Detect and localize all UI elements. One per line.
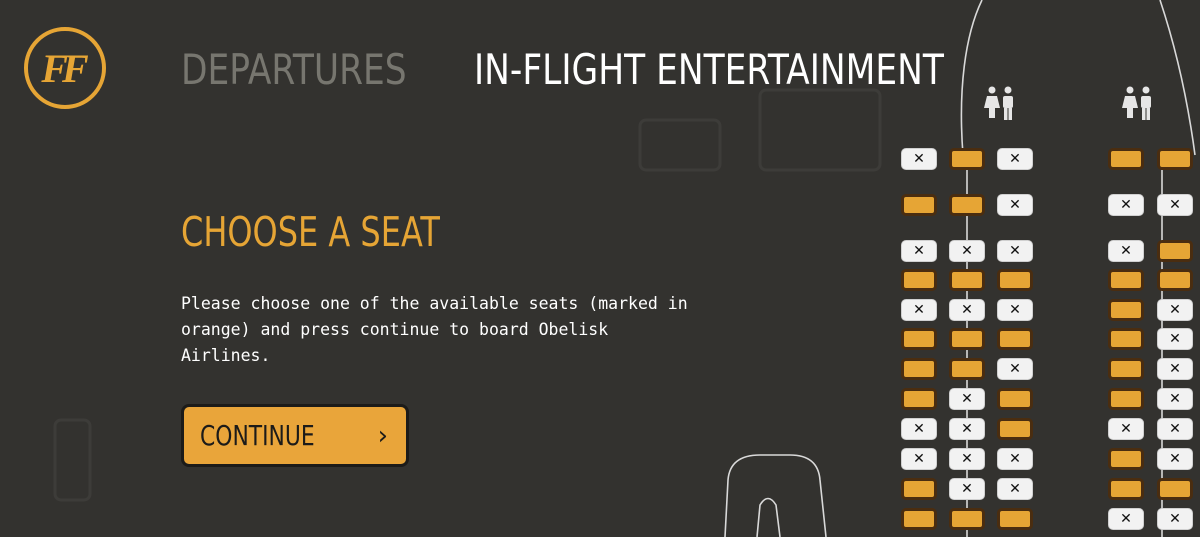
seat-taken: ✕ [997, 148, 1033, 170]
chevron-right-icon: › [377, 420, 388, 451]
seat-taken: ✕ [997, 358, 1033, 380]
seat-available[interactable] [1108, 358, 1144, 380]
seat-taken: ✕ [901, 240, 937, 262]
seat-taken: ✕ [1157, 358, 1193, 380]
close-icon: ✕ [913, 302, 925, 318]
close-icon: ✕ [961, 302, 973, 318]
close-icon: ✕ [1169, 197, 1181, 213]
seat-available[interactable] [997, 418, 1033, 440]
seat-taken: ✕ [949, 478, 985, 500]
close-icon: ✕ [1169, 361, 1181, 377]
close-icon: ✕ [1169, 451, 1181, 467]
seat-taken: ✕ [1157, 299, 1193, 321]
seat-available[interactable] [997, 328, 1033, 350]
seat-available[interactable] [949, 269, 985, 291]
continue-button[interactable]: CONTINUE › [181, 404, 409, 467]
seat-taken: ✕ [997, 299, 1033, 321]
seat-available[interactable] [1108, 269, 1144, 291]
close-icon: ✕ [1169, 302, 1181, 318]
seat-available[interactable] [949, 194, 985, 216]
seat-available[interactable] [901, 269, 937, 291]
close-icon: ✕ [1169, 421, 1181, 437]
seat-available[interactable] [949, 508, 985, 530]
seat-taken: ✕ [1108, 194, 1144, 216]
close-icon: ✕ [1009, 197, 1021, 213]
close-icon: ✕ [961, 481, 973, 497]
close-icon: ✕ [913, 243, 925, 259]
seat-available[interactable] [949, 148, 985, 170]
seat-available[interactable] [1157, 148, 1193, 170]
seat-available[interactable] [1108, 148, 1144, 170]
description: Please choose one of the available seats… [181, 294, 688, 365]
seat-taken: ✕ [1157, 194, 1193, 216]
close-icon: ✕ [1169, 391, 1181, 407]
close-icon: ✕ [1120, 197, 1132, 213]
seat-available[interactable] [949, 328, 985, 350]
seat-taken: ✕ [1157, 508, 1193, 530]
close-icon: ✕ [1009, 151, 1021, 167]
seat-available[interactable] [901, 388, 937, 410]
seat-taken: ✕ [949, 388, 985, 410]
seat-taken: ✕ [901, 148, 937, 170]
close-icon: ✕ [913, 451, 925, 467]
seat-taken: ✕ [997, 478, 1033, 500]
seat-available[interactable] [1108, 478, 1144, 500]
seat-available[interactable] [997, 508, 1033, 530]
seat-taken: ✕ [1108, 418, 1144, 440]
seat-available[interactable] [1108, 299, 1144, 321]
close-icon: ✕ [913, 151, 925, 167]
close-icon: ✕ [1009, 451, 1021, 467]
seat-taken: ✕ [1108, 508, 1144, 530]
seat-available[interactable] [1108, 388, 1144, 410]
seat-available[interactable] [997, 269, 1033, 291]
seat-available[interactable] [997, 388, 1033, 410]
seat-taken: ✕ [1157, 388, 1193, 410]
seat-available[interactable] [901, 328, 937, 350]
seat-taken: ✕ [949, 299, 985, 321]
seat-available[interactable] [1108, 328, 1144, 350]
close-icon: ✕ [961, 421, 973, 437]
seat-taken: ✕ [997, 240, 1033, 262]
close-icon: ✕ [961, 451, 973, 467]
close-icon: ✕ [1009, 243, 1021, 259]
seat-available[interactable] [901, 358, 937, 380]
seat-taken: ✕ [997, 448, 1033, 470]
restroom-icon [1120, 86, 1156, 125]
close-icon: ✕ [961, 243, 973, 259]
close-icon: ✕ [1120, 511, 1132, 527]
seat-available[interactable] [1157, 478, 1193, 500]
close-icon: ✕ [961, 391, 973, 407]
restroom-icon [982, 86, 1018, 125]
seat-available[interactable] [901, 194, 937, 216]
close-icon: ✕ [1120, 421, 1132, 437]
seat-available[interactable] [1157, 240, 1193, 262]
seat-taken: ✕ [1157, 448, 1193, 470]
close-icon: ✕ [1169, 511, 1181, 527]
seat-available[interactable] [949, 358, 985, 380]
seat-taken: ✕ [901, 448, 937, 470]
seat-taken: ✕ [901, 299, 937, 321]
seat-taken: ✕ [949, 448, 985, 470]
close-icon: ✕ [913, 421, 925, 437]
close-icon: ✕ [1009, 361, 1021, 377]
close-icon: ✕ [1009, 302, 1021, 318]
seat-taken: ✕ [997, 194, 1033, 216]
close-icon: ✕ [1169, 331, 1181, 347]
close-icon: ✕ [1120, 243, 1132, 259]
seat-available[interactable] [901, 478, 937, 500]
page-title: CHOOSE A SEAT [181, 208, 440, 256]
seat-taken: ✕ [1157, 328, 1193, 350]
seat-taken: ✕ [901, 418, 937, 440]
continue-label: CONTINUE [200, 419, 315, 452]
seat-taken: ✕ [949, 418, 985, 440]
seat-available[interactable] [1108, 448, 1144, 470]
seat-available[interactable] [901, 508, 937, 530]
seat-taken: ✕ [1157, 418, 1193, 440]
close-icon: ✕ [1009, 481, 1021, 497]
seat-taken: ✕ [949, 240, 985, 262]
seat-taken: ✕ [1108, 240, 1144, 262]
seat-available[interactable] [1157, 269, 1193, 291]
